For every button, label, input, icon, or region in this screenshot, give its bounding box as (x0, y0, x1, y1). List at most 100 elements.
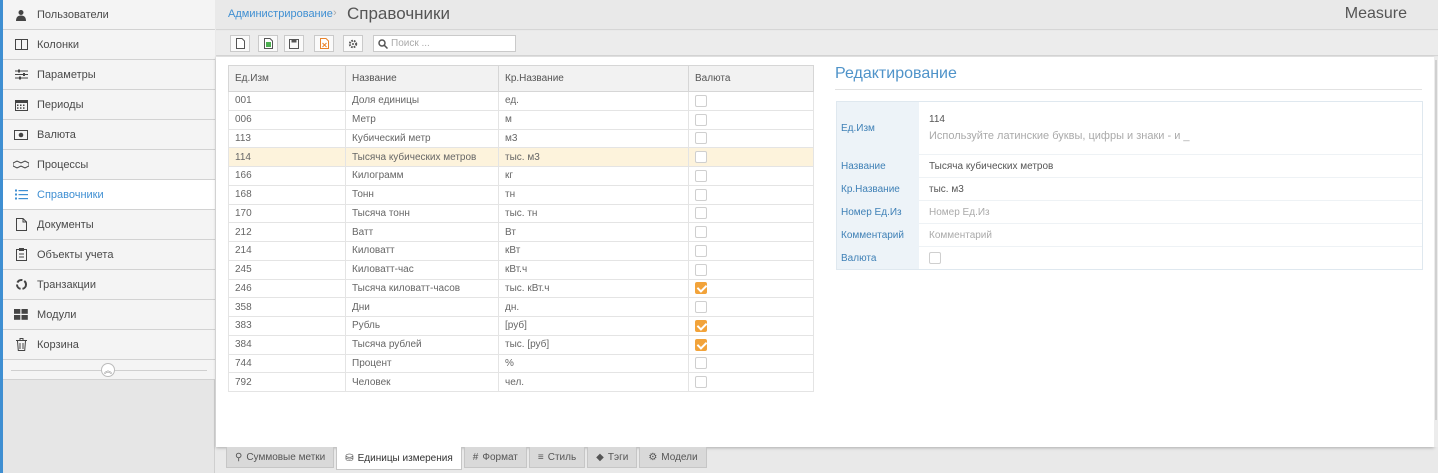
sidebar-item-references[interactable]: Справочники (0, 180, 215, 210)
currency-checkbox[interactable] (695, 301, 707, 314)
table-row[interactable]: 001 Доля единицы ед. (228, 91, 814, 111)
delete-button[interactable] (314, 35, 334, 52)
table-row[interactable]: 246 Тысяча киловатт-часов тыс. кВт.ч (228, 278, 814, 299)
currency-checkbox-checked[interactable] (695, 319, 707, 332)
column-header-name[interactable]: Название (345, 65, 499, 92)
settings-button[interactable] (343, 35, 363, 52)
number-field[interactable]: Номер Ед.Из (919, 201, 1422, 224)
cell-name: Тонн (345, 184, 499, 205)
sidebar-item-modules[interactable]: Модули (3, 300, 215, 330)
cell-unit: 170 (228, 203, 346, 224)
tab-units[interactable]: ⛁ Единицы измерения (336, 447, 462, 470)
sidebar-item-label: Процессы (37, 158, 89, 171)
search-box[interactable] (373, 35, 516, 52)
currency-checkbox[interactable] (695, 207, 707, 220)
sidebar-item-periods[interactable]: Периоды (3, 90, 215, 120)
cubes-icon: ⛁ (345, 452, 354, 464)
modules-icon (13, 307, 29, 323)
cell-name: Метр (345, 109, 499, 130)
short-name-field[interactable]: тыс. м3 (919, 178, 1422, 201)
currency-checkbox[interactable] (695, 113, 707, 126)
new-button[interactable] (230, 35, 250, 52)
currency-checkbox[interactable] (695, 132, 707, 145)
cell-name: Дни (345, 297, 499, 317)
handshake-icon (13, 157, 29, 173)
cell-name: Рубль (345, 316, 499, 336)
table-row[interactable]: 168 Тонн тн (228, 184, 814, 205)
cell-short-name: кВт (498, 241, 689, 261)
table-row[interactable]: 006 Метр м (228, 109, 814, 130)
search-input[interactable] (391, 38, 511, 49)
cell-name: Тысяча кубических метров (345, 147, 499, 167)
sidebar-item-parameters[interactable]: Параметры (3, 60, 215, 90)
unit-field[interactable]: 114 Используйте латинские буквы, цифры и… (919, 102, 1422, 155)
currency-checkbox[interactable] (695, 244, 707, 257)
chevron-up-icon[interactable]: ︽ (101, 363, 115, 377)
table-row[interactable]: 792 Человек чел. (228, 372, 814, 392)
form-row-number: Номер Ед.Из Номер Ед.Из (837, 201, 1422, 224)
sidebar-item-processes[interactable]: Процессы (3, 150, 215, 180)
sidebar-item-transactions[interactable]: Транзакции (3, 270, 215, 300)
table-row[interactable]: 113 Кубический метр м3 (228, 128, 814, 149)
tab-label: Модели (661, 451, 698, 463)
field-label-unit: Ед.Изм (837, 102, 919, 155)
currency-checkbox[interactable] (695, 151, 707, 164)
table-row[interactable]: 245 Киловатт-час кВт.ч (228, 259, 814, 280)
column-header-currency[interactable]: Валюта (688, 65, 814, 92)
tab-models[interactable]: ⚙ Модели (639, 447, 707, 468)
save-button[interactable] (284, 35, 304, 52)
currency-checkbox[interactable] (695, 188, 707, 201)
sidebar-item-columns[interactable]: Колонки (3, 30, 215, 60)
table-row-selected[interactable]: 114 Тысяча кубических метров тыс. м3 (228, 147, 814, 167)
table-row[interactable]: 214 Киловатт кВт (228, 241, 814, 261)
unit-field-value: 114 (929, 114, 945, 125)
page-title: Справочники (347, 4, 450, 23)
table-row[interactable]: 212 Ватт Вт (228, 222, 814, 242)
column-header-short-name[interactable]: Кр.Название (498, 65, 689, 92)
tab-format[interactable]: # Формат (463, 447, 527, 468)
cell-short-name: тн (498, 184, 689, 205)
currency-checkbox[interactable] (695, 226, 707, 239)
tab-tags[interactable]: ◆ Тэги (587, 447, 638, 468)
cell-short-name: кг (498, 166, 689, 186)
comment-field[interactable]: Комментарий (919, 224, 1422, 247)
sidebar-item-documents[interactable]: Документы (3, 210, 215, 240)
currency-checkbox[interactable] (695, 263, 707, 276)
table-row[interactable]: 358 Дни дн. (228, 297, 814, 317)
currency-checkbox[interactable] (695, 376, 707, 389)
field-label-number: Номер Ед.Из (837, 201, 919, 224)
table-row[interactable]: 170 Тысяча тонн тыс. тн (228, 203, 814, 224)
currency-checkbox[interactable] (929, 252, 941, 264)
currency-checkbox[interactable] (695, 357, 707, 370)
table-row[interactable]: 166 Килограмм кг (228, 166, 814, 186)
cell-name: Кубический метр (345, 128, 499, 149)
breadcrumb[interactable]: Администрирование (228, 8, 333, 20)
cell-short-name: м (498, 109, 689, 130)
sidebar-item-currency[interactable]: Валюта (3, 120, 215, 150)
sidebar-item-label: Модули (37, 308, 77, 321)
cell-unit: 792 (228, 372, 346, 392)
sidebar-item-label: Параметры (37, 68, 96, 81)
tab-label: Стиль (547, 451, 577, 463)
sidebar-item-users[interactable]: Пользователи (3, 0, 215, 30)
column-header-unit[interactable]: Ед.Изм (228, 65, 346, 92)
currency-checkbox[interactable] (695, 169, 707, 182)
currency-checkbox-checked[interactable] (695, 338, 707, 351)
table-row[interactable]: 744 Процент% (228, 353, 814, 374)
cell-short-name: чел. (498, 372, 689, 392)
add-button[interactable] (258, 35, 278, 52)
currency-checkbox-checked[interactable] (695, 282, 707, 295)
currency-checkbox[interactable] (695, 94, 707, 107)
sidebar-item-trash[interactable]: Корзина (3, 330, 215, 360)
sidebar-item-accounting-objects[interactable]: Объекты учета (3, 240, 215, 270)
cell-unit: 744 (228, 353, 346, 374)
cell-unit: 214 (228, 241, 346, 261)
scrollbar-thumb[interactable] (1435, 60, 1437, 420)
table-row[interactable]: 383 Рубль [руб] (228, 316, 814, 336)
table-row[interactable]: 384 Тысяча рублей тыс. [руб] (228, 334, 814, 355)
tab-style[interactable]: ≡ Стиль (528, 447, 586, 468)
tab-sum-marks[interactable]: ⚲ Суммовые метки (226, 447, 335, 468)
delete-icon (319, 38, 329, 49)
main-panel: Ед.Изм Название Кр.Название Валюта 001 До… (216, 57, 1434, 447)
name-field[interactable]: Тысяча кубических метров (919, 155, 1422, 178)
